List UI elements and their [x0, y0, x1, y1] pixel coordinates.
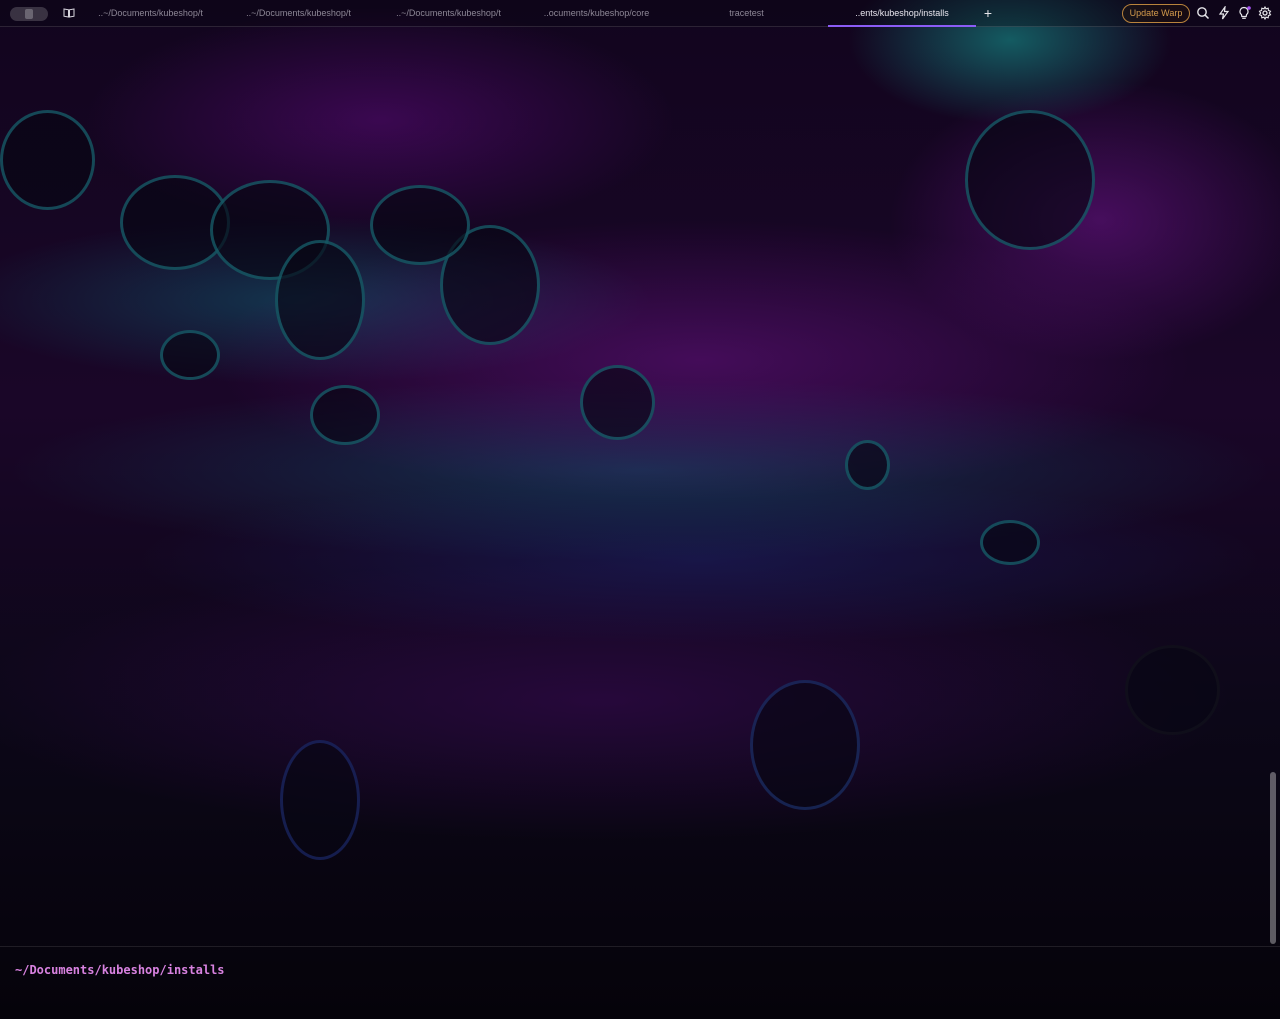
- tab-1[interactable]: ..~/Documents/kubeshop/t: [88, 0, 213, 27]
- wallpaper-bubble: [280, 740, 360, 860]
- input-divider: [0, 946, 1280, 947]
- wallpaper-bubble: [845, 440, 890, 490]
- wallpaper-bubble: [160, 330, 220, 380]
- new-tab-button[interactable]: +: [981, 5, 995, 21]
- wallpaper-bubble: [275, 240, 365, 360]
- tab-3[interactable]: ..~/Documents/kubeshop/t: [386, 0, 511, 27]
- wallpaper-bubble: [965, 110, 1095, 250]
- tab-2[interactable]: ..~/Documents/kubeshop/t: [236, 0, 361, 27]
- tab-4[interactable]: ..ocuments/kubeshop/core: [534, 0, 659, 27]
- tab-6-active[interactable]: ..ents/kubeshop/installs: [828, 0, 976, 27]
- tab-5[interactable]: tracetest: [684, 0, 809, 27]
- toggle-pill-icon[interactable]: [10, 7, 48, 21]
- wallpaper-bubble: [370, 185, 470, 265]
- update-warp-button[interactable]: Update Warp: [1122, 4, 1190, 23]
- settings-icon[interactable]: [1258, 6, 1272, 20]
- wallpaper-bubble: [580, 365, 655, 440]
- wallpaper-bubble: [1125, 645, 1220, 735]
- background-wallpaper: [0, 0, 1280, 1019]
- wallpaper-bubble: [0, 110, 95, 210]
- wallpaper-bubble: [980, 520, 1040, 565]
- tab-bar: ..~/Documents/kubeshop/t ..~/Documents/k…: [0, 0, 1280, 27]
- wallpaper-bubble: [750, 680, 860, 810]
- search-icon[interactable]: [1196, 6, 1210, 20]
- lightning-icon[interactable]: [1217, 6, 1231, 20]
- scrollbar[interactable]: [1270, 772, 1276, 944]
- prompt-path: ~/Documents/kubeshop/installs: [15, 963, 225, 977]
- book-icon[interactable]: [63, 8, 75, 18]
- wallpaper-bubble: [310, 385, 380, 445]
- lightbulb-icon[interactable]: [1237, 6, 1251, 20]
